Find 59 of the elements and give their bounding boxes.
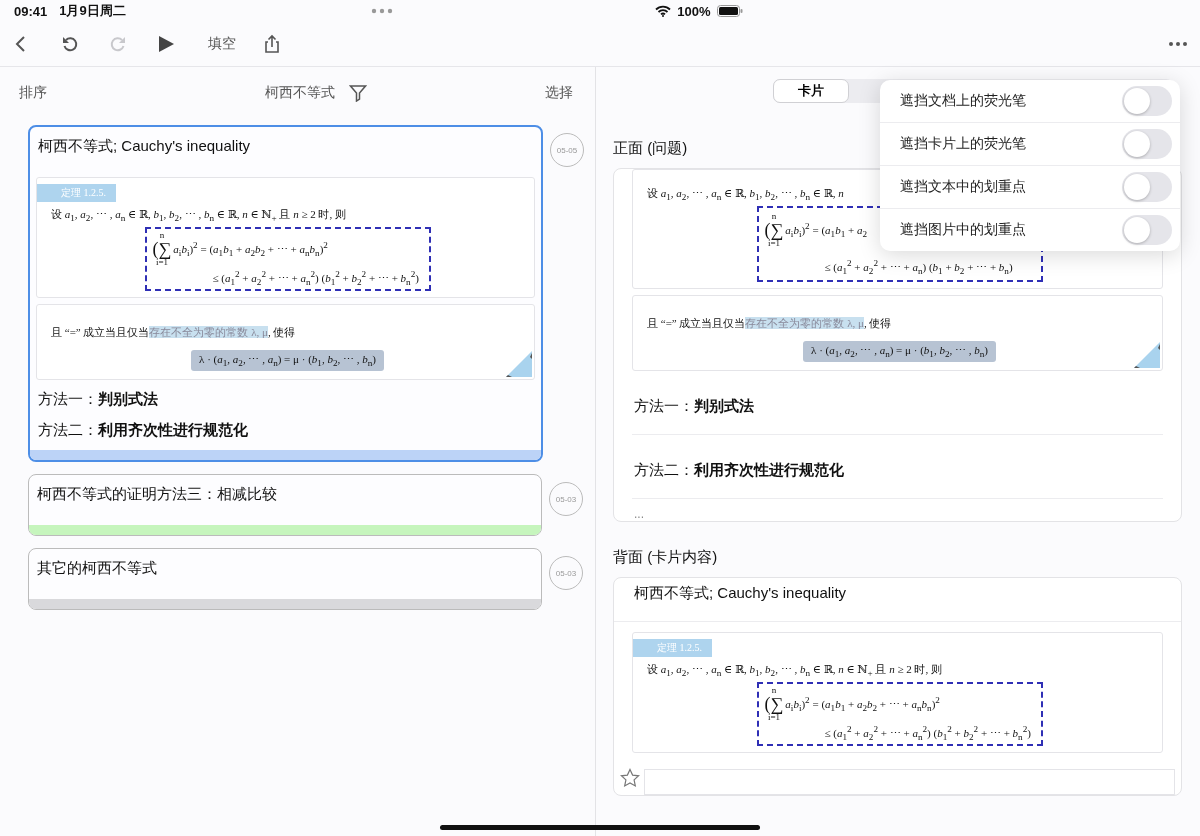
- card-title: 柯西不等式; Cauchy's inequality: [37, 136, 252, 156]
- formula-text: a$_{i}$b$_{i}$)$^{2}$ = (a$_{1}$b$_{1}$ + a$_{2}$b$_{2}$ + ⋯ + a$_{n}$b$_{n}$)$^{2}$: [785, 695, 940, 714]
- sort-button[interactable]: 排序: [19, 84, 47, 102]
- card-title: 柯西不等式; Cauchy's inequality: [614, 578, 1181, 622]
- formula-text: λ · (a$_{1}$, a$_{2}$, ⋯ , a$_{n}$) = μ · (b$_{1}$, b$_{2}$, ⋯ , b$_{n}$): [803, 341, 996, 363]
- method-line: 方法二：利用齐次性进行规范化: [37, 420, 249, 441]
- status-date: 1月9日周二: [59, 2, 126, 20]
- formula-text: a$_{i}$b$_{i}$)$^{2}$ = (a$_{1}$b$_{1}$ + a$_{2}$: [785, 221, 867, 240]
- flashcard[interactable]: 柯西不等式的证明方法三：相减比较: [28, 474, 542, 537]
- method-line: 方法一：判别式法: [37, 389, 159, 410]
- flashcard[interactable]: 其它的柯西不等式: [28, 548, 542, 611]
- summation-symbol: n (∑ i=1: [764, 686, 784, 723]
- toggle-switch[interactable]: [1122, 215, 1172, 245]
- select-button[interactable]: 选择: [545, 84, 573, 102]
- menu-item-label: 遮挡图片中的划重点: [900, 221, 1026, 239]
- share-icon[interactable]: [262, 34, 282, 54]
- theorem-label: 定理 1.2.5.: [37, 184, 116, 202]
- corner-fold-icon: [1134, 342, 1160, 369]
- undo-icon[interactable]: [60, 34, 80, 54]
- excerpt-text: 设 a$_{1}$, a$_{2}$, ⋯ , a$_{n}$ ∈ ℝ, b$_{1}$, b$_{2}$, ⋯ , b$_{n}$ ∈ ℝ, n ∈ ℕ$_{+}$ 且 n ≥ 2 时, 则: [51, 207, 346, 224]
- battery-icon: [716, 5, 743, 17]
- toggle-switch[interactable]: [1122, 86, 1172, 116]
- summation-symbol: n (∑ i=1: [152, 231, 172, 268]
- excerpt-text: 设 a$_{1}$, a$_{2}$, ⋯ , a$_{n}$ ∈ ℝ, b$_{1}$, b$_{2}$, ⋯ , b$_{n}$ ∈ ℝ, n ∈ ℕ$_{+}$ 且 n ≥ 2 时, 则: [647, 662, 942, 679]
- play-icon[interactable]: [156, 34, 176, 54]
- blank-mode-button[interactable]: 填空: [204, 31, 240, 57]
- more-icon[interactable]: [1168, 41, 1188, 47]
- menu-item-label: 遮挡文档上的荧光笔: [900, 92, 1026, 110]
- formula-text: a$_{i}$b$_{i}$)$^{2}$ = (a$_{1}$b$_{1}$ + a$_{2}$b$_{2}$ + ⋯ + a$_{n}$b$_{n}$)$^{2}$: [173, 240, 328, 259]
- menu-item-label: 遮挡文本中的划重点: [900, 178, 1026, 196]
- formula-text: λ · (a$_{1}$, a$_{2}$, ⋯ , a$_{n}$) = μ · (b$_{1}$, b$_{2}$, ⋯ , b$_{n}$): [191, 350, 384, 372]
- summation-symbol: n (∑ i=1: [764, 212, 784, 249]
- star-icon[interactable]: [620, 768, 640, 789]
- excerpt-text: 设 a$_{1}$, a$_{2}$, ⋯ , a$_{n}$ ∈ ℝ, b$_{1}$, b$_{2}$, ⋯ , b$_{n}$ ∈ ℝ, n: [647, 186, 844, 203]
- toggle-switch[interactable]: [1122, 172, 1172, 202]
- card-title: 柯西不等式的证明方法三：相减比较: [36, 484, 278, 505]
- card-title: 其它的柯西不等式: [36, 558, 158, 579]
- battery-percent: 100%: [677, 3, 711, 19]
- method-line: 方法二：利用齐次性进行规范化: [632, 441, 1163, 500]
- toggle-switch[interactable]: [1122, 129, 1172, 159]
- more-ellipsis: ...: [633, 506, 645, 521]
- formula-text: ≤ (a$_{1}$$^{2}$ + a$_{2}$$^{2}$ + ⋯ + a$_{n}$$^{2}$) (b$_{1}$$^{2}$ + b$_{2}$$^{2}$ + ⋯ + b$_{n}$$^{2}$): [212, 269, 419, 288]
- method-line: 方法一：判别式法: [632, 377, 1163, 436]
- segment-tab[interactable]: 卡片: [773, 79, 849, 103]
- filter-icon[interactable]: [349, 84, 367, 102]
- flashcard[interactable]: [28, 125, 543, 463]
- formula-text: ≤ (a$_{1}$$^{2}$ + a$_{2}$$^{2}$ + ⋯ + a$_{n}$$^{2}$) (b$_{1}$$^{2}$ + b$_{2}$$^{2}$ + ⋯ + b$_{n}$$^{2}$): [824, 724, 1031, 743]
- excerpt-text: 且 “=” 成立当且仅当存在不全为零的常数 λ, μ, 使得: [51, 325, 296, 341]
- section-heading: 背面 (卡片内容): [613, 548, 718, 567]
- wifi-icon: [655, 5, 672, 17]
- multitask-dots-icon: [371, 8, 394, 14]
- excerpt-text: 且 “=” 成立当且仅当存在不全为零的常数 λ, μ, 使得: [647, 316, 892, 332]
- deck-title: 柯西不等式: [265, 84, 335, 102]
- section-heading: 正面 (问题): [613, 139, 688, 158]
- corner-fold-icon: [506, 351, 532, 378]
- menu-item-label: 遮挡卡片上的荧光笔: [900, 135, 1026, 153]
- status-time: 09:41: [14, 3, 48, 19]
- theorem-label: 定理 1.2.5.: [633, 639, 712, 657]
- formula-text: ≤ (a$_{1}$$^{2}$ + a$_{2}$$^{2}$ + ⋯ + a$_{n}$) (b$_{1}$ + b$_{2}$ + ⋯ + b$_{n}$): [824, 258, 1013, 277]
